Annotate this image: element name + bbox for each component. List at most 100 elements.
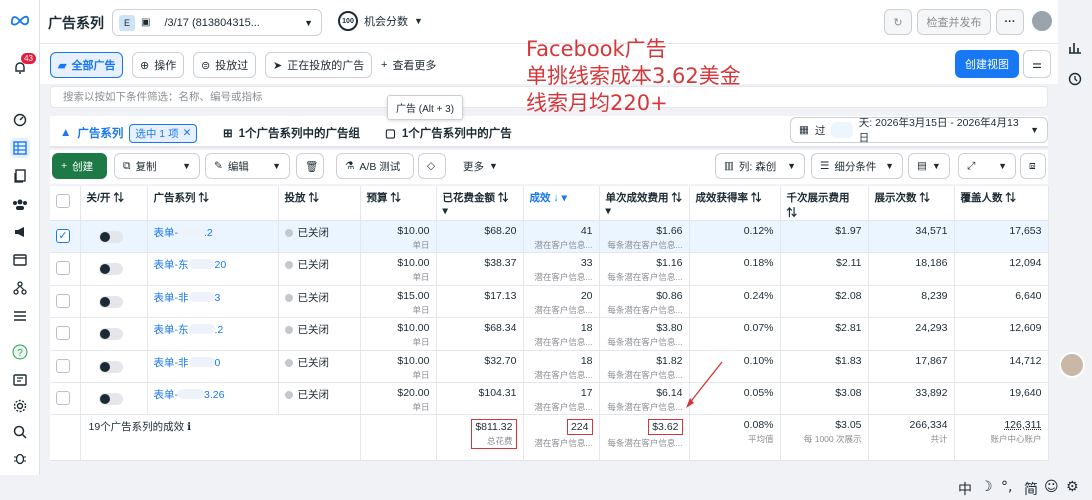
campaign-toggle[interactable] [98,328,123,341]
campaign-name-link[interactable]: 表单- .2 [154,227,213,239]
table-row[interactable]: 表单-非 0 已关闭 $10.00 单日 $32.70 18 潜在客户信息... $1.82 每条… [50,350,1049,383]
ads-manager-table-icon[interactable] [10,138,30,158]
moon-icon[interactable]: ☽ [980,479,993,495]
menu-icon[interactable] [10,306,30,326]
row-select-cell[interactable] [50,285,81,319]
meta-logo-icon[interactable] [10,10,30,30]
row-checkbox[interactable] [56,293,70,308]
support-avatar[interactable] [1059,352,1085,378]
row-checkbox[interactable] [56,326,70,341]
header-result-rate[interactable]: 成效获得率 ⇅ [689,186,781,221]
row-checkbox[interactable] [56,261,70,276]
settings-gear-icon[interactable] [10,396,30,416]
help-icon[interactable]: ? [10,342,30,362]
view-settings-button[interactable]: ⚌ [1023,50,1051,78]
spent-cell: $32.70 [436,350,524,383]
campaign-toggle[interactable] [98,263,123,276]
news-icon[interactable] [10,370,30,390]
chart-panel-button[interactable]: ⧈ [1020,153,1046,179]
date-range-picker[interactable]: ▦ 过 天: 2026年3月15日 - 2026年4月13日 ▼ [790,117,1048,144]
pages-icon[interactable] [10,166,30,186]
bug-report-icon[interactable] [10,448,30,468]
emoji-icon[interactable]: ☺ [1044,479,1059,495]
export-button[interactable]: ⤢ ▼ [958,153,1016,179]
table-row[interactable]: 表单-东 .2 已关闭 $10.00 单日 $68.34 18 潜在客户信息... $3.80 每… [50,317,1049,351]
edit-button[interactable]: ✎ 编辑 ▼ [205,153,290,179]
header-results[interactable]: 成效 ↓ ▾ [523,186,600,221]
header-campaign[interactable]: 广告系列 ⇅ [147,186,279,221]
row-select-cell[interactable] [50,350,81,383]
header-cost-per-result[interactable]: 单次成效费用 ⇅ ▾ [599,186,690,221]
billing-icon[interactable] [10,250,30,270]
dashboard-icon[interactable] [10,110,30,130]
info-icon[interactable]: ℹ [187,421,191,433]
punctuation-toggle[interactable]: °, [1001,479,1012,495]
campaign-toggle[interactable] [98,295,123,308]
audiences-icon[interactable] [10,194,30,214]
copy-button[interactable]: ⧉ 复制 ▼ [114,153,200,179]
charts-icon[interactable] [1066,38,1084,56]
campaign-name-link[interactable]: 表单-非 3 [154,291,220,304]
see-more-views[interactable]: + 查看更多 [374,52,444,78]
ime-language[interactable]: 中 [958,479,972,499]
table-row[interactable]: 表单-东 20 已关闭 $10.00 单日 $38.37 33 潜在客户信息... $1.16 每… [50,252,1049,286]
select-all-header[interactable] [50,186,81,221]
row-select-cell[interactable] [50,252,81,286]
campaign-name-link[interactable]: 表单-东 20 [154,259,226,271]
events-manager-icon[interactable] [10,278,30,298]
create-button[interactable]: + 创建 [52,153,107,179]
refresh-button[interactable]: ↻ [884,9,912,35]
level-ads[interactable]: ▢ 1个广告系列中的广告 [385,122,512,144]
tab-actions[interactable]: ⊕ 操作 [132,52,185,78]
table-row[interactable]: ✓ 表单- .2 已关闭 $10.00 单日 $68.20 41 潜在客户信息... $1.66 每… [50,220,1049,254]
columns-button[interactable]: ▥ 列: 森创 ▼ [715,153,805,179]
header-cpm[interactable]: 千次展示费用 ⇅ [780,186,869,221]
campaign-toggle[interactable] [98,231,123,243]
notifications-icon[interactable]: 43 [10,53,36,78]
campaign-toggle[interactable] [98,392,123,405]
level-adsets[interactable]: ⊞ 1个广告系列中的广告组 [223,122,360,144]
tag-button[interactable]: ◇ [418,153,446,179]
campaign-megaphone-icon[interactable] [10,222,30,242]
header-spent[interactable]: 已花费金额 ⇅ ▾ [436,186,524,221]
close-icon[interactable]: ✕ [183,127,192,139]
more-button[interactable]: 更多 ▼ [455,153,506,179]
campaign-name-link[interactable]: 表单- 3.26 [154,388,224,401]
level-campaigns[interactable]: ▲ 广告系列 选中 1 项 ✕ [60,122,198,144]
selected-count-chip[interactable]: 选中 1 项 ✕ [129,123,198,143]
header-impressions[interactable]: 展示次数 ⇅ [868,186,955,221]
tab-active-ads[interactable]: ➤ 正在投放的广告 [265,52,373,78]
table-row[interactable]: 表单- 3.26 已关闭 $20.00 单日 $104.31 17 潜在客户信息... $6.1… [50,382,1049,416]
tab-delivered[interactable]: ⊜ 投放过 [193,52,257,78]
select-all-checkbox[interactable] [56,194,70,208]
header-delivery[interactable]: 投放 ⇅ [278,186,361,221]
create-view-button[interactable]: 创建视图 [955,50,1019,78]
review-publish-button[interactable]: 检查并发布 [917,9,991,35]
delete-button[interactable]: 🗑 [296,153,324,179]
header-reach[interactable]: 覆盖人数 ⇅ [954,186,1049,221]
ime-settings-icon[interactable]: ⚙ [1066,479,1079,495]
simplified-toggle[interactable]: 简 [1024,479,1038,499]
more-options-button[interactable]: ··· [996,9,1024,35]
campaign-name-link[interactable]: 表单-东 .2 [154,324,223,336]
account-avatar[interactable] [1030,9,1054,33]
reports-button[interactable]: ▤ ▼ [908,153,950,179]
tab-all-ads[interactable]: ▰ 全部广告 [50,52,124,78]
row-checkbox[interactable] [56,358,70,373]
campaign-selector[interactable]: E ▣ /3/17 (813804315... ▼ [112,9,322,36]
row-select-cell[interactable] [50,317,81,351]
campaign-toggle[interactable] [98,360,123,373]
history-clock-icon[interactable] [1066,70,1084,88]
ab-test-button[interactable]: ⚗ A/B 测试 [336,153,414,179]
table-row[interactable]: 表单-非 3 已关闭 $15.00 单日 $17.13 20 潜在客户信息... $0.86 每条… [50,285,1049,319]
header-onoff[interactable]: 关/开 ⇅ [80,186,148,221]
row-checkbox[interactable] [56,390,70,405]
header-budget[interactable]: 预算 ⇅ [360,186,437,221]
row-select-cell[interactable] [50,382,81,416]
opportunity-score[interactable]: 100 机会分数 ▼ [338,11,423,31]
row-checkbox[interactable]: ✓ [56,229,70,243]
breakdown-button[interactable]: ☰ 细分条件 ▼ [811,153,903,179]
row-select-cell[interactable]: ✓ [50,220,81,254]
campaign-name-link[interactable]: 表单-非 0 [154,356,220,369]
search-icon[interactable] [10,422,30,442]
